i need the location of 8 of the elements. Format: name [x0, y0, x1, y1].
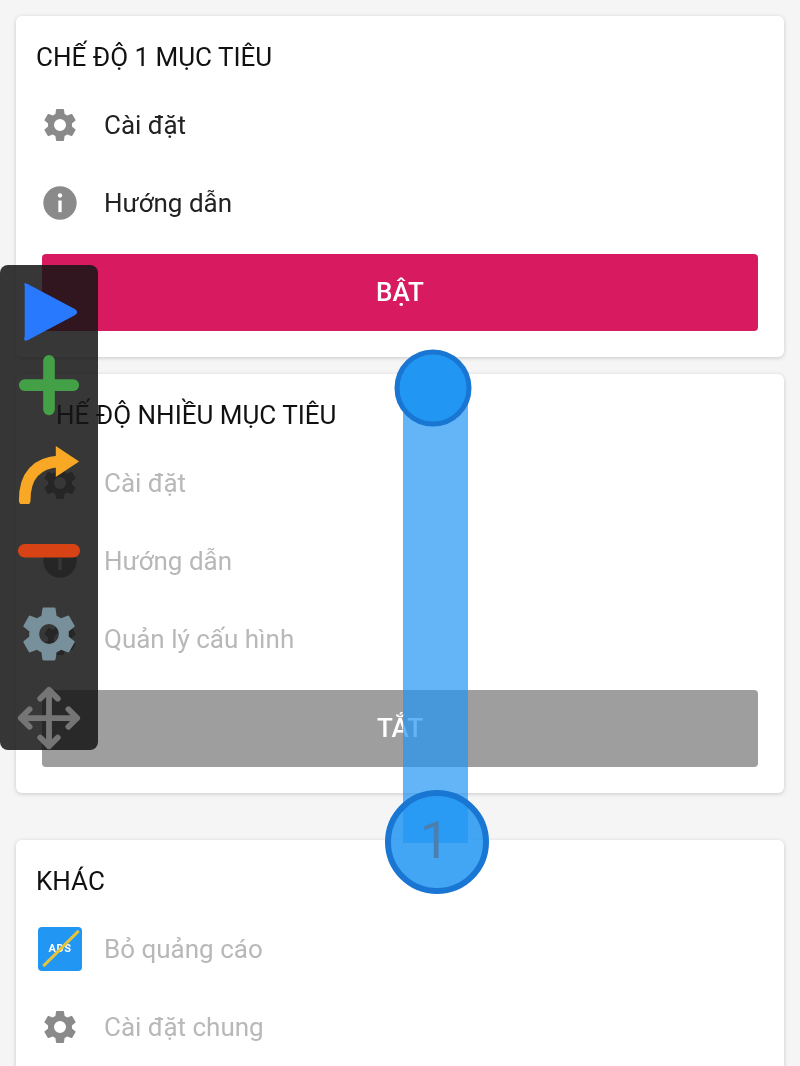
toggle-button[interactable]: BẬT — [42, 254, 758, 331]
menu-item[interactable]: Cài đặt — [104, 105, 187, 145]
info-icon — [40, 183, 80, 223]
minus-icon[interactable] — [16, 542, 82, 560]
section-title: CHẾ ĐỘ 1 MỤC TIÊU — [36, 42, 274, 72]
swipe-marker-number: 1 — [420, 810, 450, 872]
menu-item[interactable]: Hướng dẫn — [104, 183, 233, 223]
section-title: KHÁC — [36, 866, 106, 896]
